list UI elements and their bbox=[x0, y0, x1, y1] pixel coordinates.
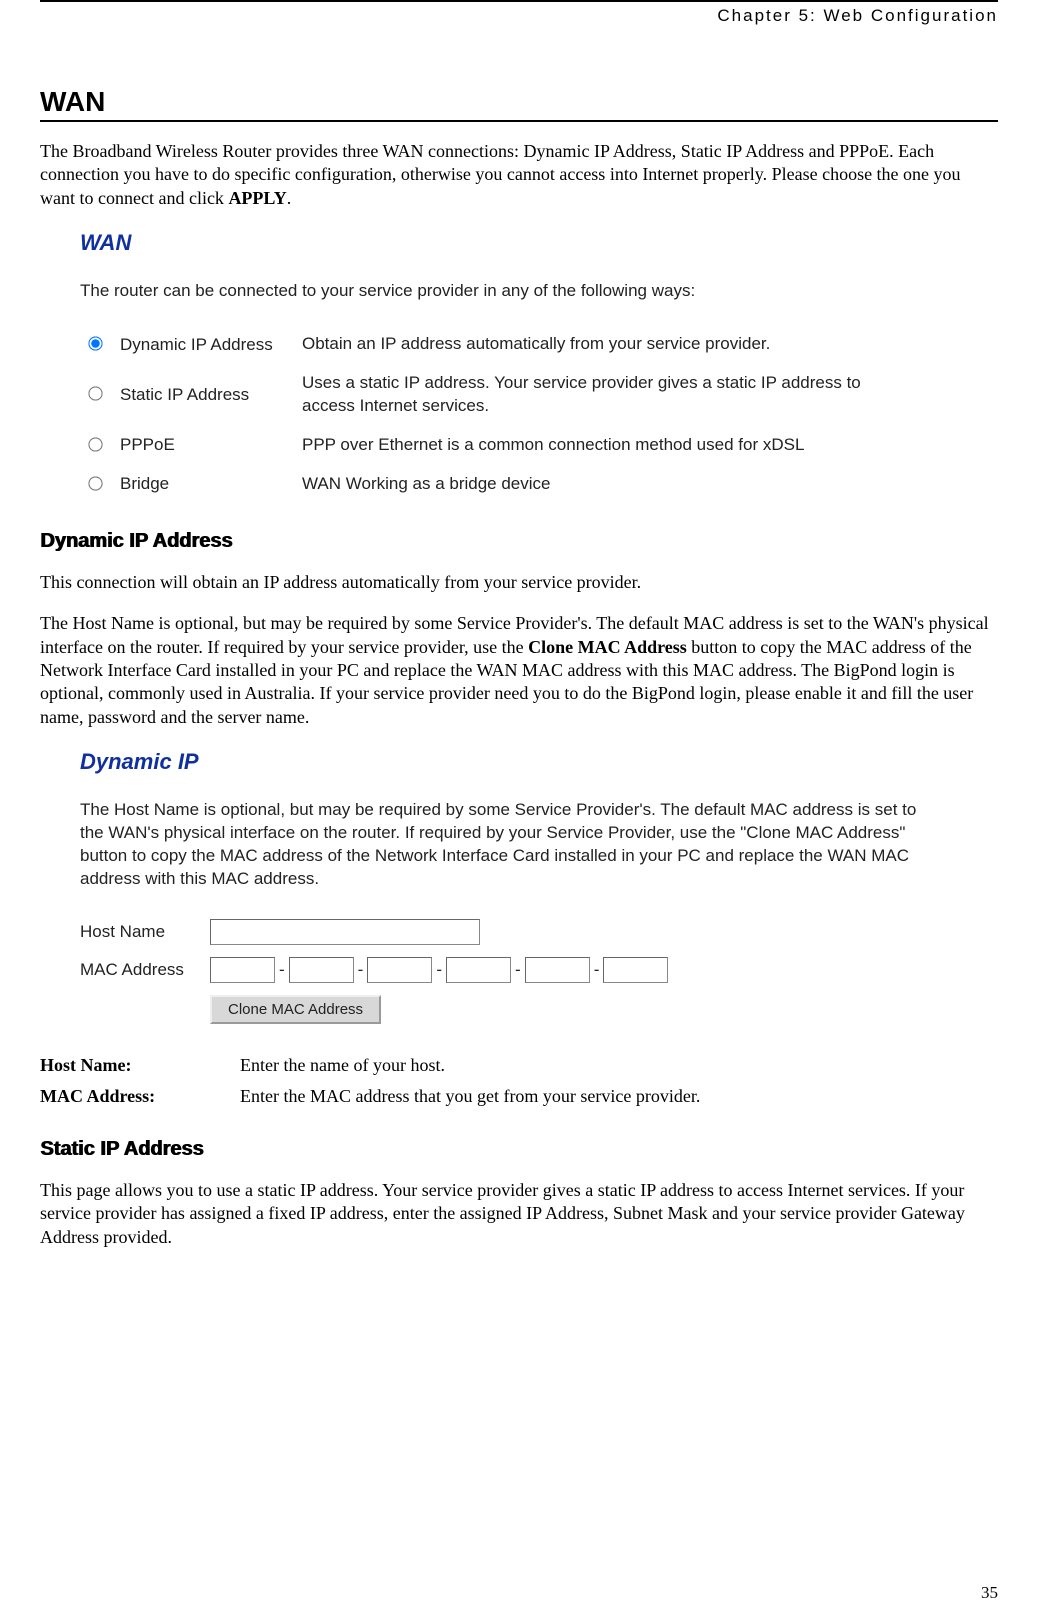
wan-option-label: PPPoE bbox=[120, 426, 302, 465]
clone-mac-row: Clone MAC Address bbox=[80, 989, 998, 1030]
dynamic-ip-screenshot: Dynamic IP The Host Name is optional, bu… bbox=[80, 749, 998, 1030]
wan-option-row: PPPoE PPP over Ethernet is a common conn… bbox=[80, 426, 874, 465]
wan-config-screenshot: WAN The router can be connected to your … bbox=[80, 230, 998, 504]
wan-option-desc: WAN Working as a bridge device bbox=[302, 465, 874, 504]
radio-bridge[interactable] bbox=[88, 476, 102, 490]
radio-pppoe[interactable] bbox=[88, 437, 102, 451]
mac-octet-3-input[interactable] bbox=[367, 957, 432, 983]
wan-option-label: Bridge bbox=[120, 465, 302, 504]
mac-separator: - bbox=[511, 960, 525, 980]
static-ip-paragraph-1: This page allows you to use a static IP … bbox=[40, 1179, 998, 1249]
mac-octet-6-input[interactable] bbox=[603, 957, 668, 983]
chapter-title: Chapter 5: Web Configuration bbox=[717, 6, 998, 25]
page-number: 35 bbox=[981, 1583, 998, 1603]
dynamic-ip-paragraph-1: This connection will obtain an IP addres… bbox=[40, 571, 998, 594]
dyn-p2-bold: Clone MAC Address bbox=[528, 637, 687, 657]
host-name-row: Host Name bbox=[80, 913, 998, 951]
dynamic-ip-screenshot-intro: The Host Name is optional, but may be re… bbox=[80, 799, 940, 891]
clone-mac-button[interactable]: Clone MAC Address bbox=[210, 995, 381, 1024]
mac-separator: - bbox=[354, 960, 368, 980]
host-name-input[interactable] bbox=[210, 919, 480, 945]
mac-octet-2-input[interactable] bbox=[289, 957, 354, 983]
wan-options-table: Dynamic IP Address Obtain an IP address … bbox=[80, 325, 874, 504]
subsection-heading-static-ip: Static IP Address bbox=[40, 1138, 998, 1161]
dynamic-ip-paragraph-2: The Host Name is optional, but may be re… bbox=[40, 612, 998, 729]
mac-separator: - bbox=[275, 960, 289, 980]
radio-static-ip[interactable] bbox=[88, 387, 102, 401]
field-host-name-desc: Enter the name of your host. bbox=[240, 1050, 710, 1081]
mac-octet-1-input[interactable] bbox=[210, 957, 275, 983]
wan-option-label: Dynamic IP Address bbox=[120, 325, 302, 364]
mac-octet-5-input[interactable] bbox=[525, 957, 590, 983]
wan-intro-paragraph: The Broadband Wireless Router provides t… bbox=[40, 140, 998, 210]
field-mac-label: MAC Address: bbox=[40, 1081, 240, 1112]
mac-separator: - bbox=[432, 960, 446, 980]
wan-screenshot-intro: The router can be connected to your serv… bbox=[80, 280, 998, 303]
mac-address-row: MAC Address - - - - - bbox=[80, 951, 998, 989]
mac-octet-4-input[interactable] bbox=[446, 957, 511, 983]
host-name-label: Host Name bbox=[80, 922, 210, 942]
mac-separator: - bbox=[590, 960, 604, 980]
wan-option-desc: Uses a static IP address. Your service p… bbox=[302, 364, 874, 426]
field-host-name-label: Host Name: bbox=[40, 1050, 240, 1081]
field-description-table: Host Name: Enter the name of your host. … bbox=[40, 1050, 710, 1112]
wan-intro-bold: APPLY bbox=[228, 188, 286, 208]
wan-screenshot-title: WAN bbox=[80, 230, 998, 256]
wan-option-row: Dynamic IP Address Obtain an IP address … bbox=[80, 325, 874, 364]
section-heading-wan: WAN bbox=[40, 86, 998, 122]
wan-intro-text-a: The Broadband Wireless Router provides t… bbox=[40, 141, 961, 208]
field-row: MAC Address: Enter the MAC address that … bbox=[40, 1081, 710, 1112]
radio-dynamic-ip[interactable] bbox=[88, 336, 102, 350]
field-mac-desc: Enter the MAC address that you get from … bbox=[240, 1081, 710, 1112]
wan-option-row: Static IP Address Uses a static IP addre… bbox=[80, 364, 874, 426]
dynamic-ip-screenshot-title: Dynamic IP bbox=[80, 749, 998, 775]
wan-intro-text-b: . bbox=[287, 188, 292, 208]
wan-option-desc: PPP over Ethernet is a common connection… bbox=[302, 426, 874, 465]
wan-option-row: Bridge WAN Working as a bridge device bbox=[80, 465, 874, 504]
mac-address-label: MAC Address bbox=[80, 960, 210, 980]
field-row: Host Name: Enter the name of your host. bbox=[40, 1050, 710, 1081]
wan-option-label: Static IP Address bbox=[120, 364, 302, 426]
wan-option-desc: Obtain an IP address automatically from … bbox=[302, 325, 874, 364]
subsection-heading-dynamic-ip: Dynamic IP Address bbox=[40, 530, 998, 553]
page-header: Chapter 5: Web Configuration bbox=[40, 0, 998, 26]
